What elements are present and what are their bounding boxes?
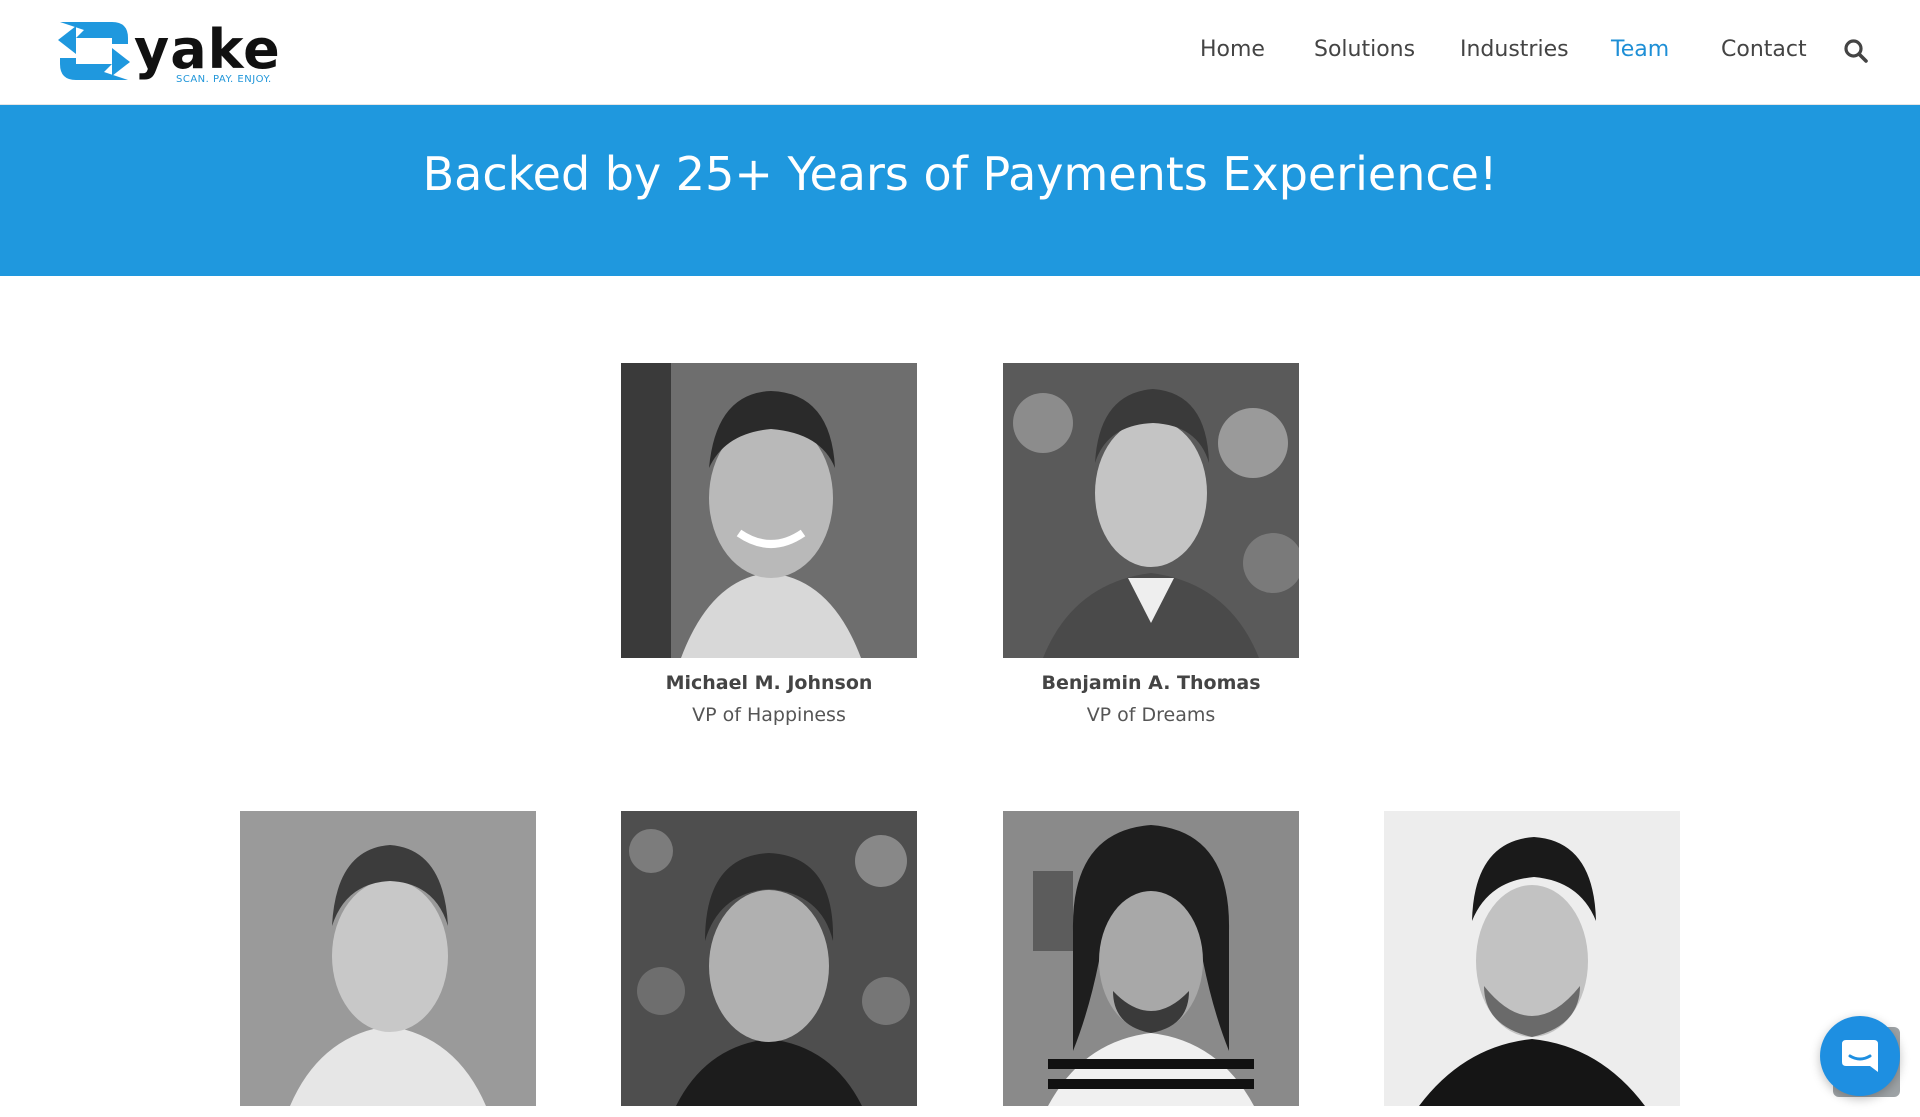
team-member-name: Michael M. Johnson [665, 672, 873, 694]
logo-tagline: SCAN. PAY. ENJOY. [176, 74, 272, 85]
nav-item-team[interactable]: Team [1611, 37, 1669, 62]
team-member-photo [1003, 363, 1299, 658]
chat-launcher-button[interactable] [1820, 1016, 1900, 1096]
main-nav: Home Solutions Industries Team Contact [1120, 0, 1920, 105]
team-member-photo [1384, 811, 1680, 1106]
team-member-role: VP of Happiness [692, 704, 846, 726]
site-header: yake SCAN. PAY. ENJOY. Home Solutions In… [0, 0, 1920, 105]
nav-item-contact[interactable]: Contact [1721, 37, 1807, 62]
team-member-photo [621, 811, 917, 1106]
nav-item-industries[interactable]: Industries [1460, 37, 1569, 62]
team-member-photo [240, 811, 536, 1106]
hero-banner: Backed by 25+ Years of Payments Experien… [0, 105, 1920, 276]
search-icon[interactable] [1843, 38, 1869, 64]
team-member-name: Benjamin A. Thomas [1041, 672, 1261, 694]
team-member-photo [1003, 811, 1299, 1106]
brand-logo[interactable]: yake SCAN. PAY. ENJOY. [54, 18, 284, 88]
chat-bubble-icon [1842, 1040, 1878, 1072]
logo-wordmark: yake [134, 18, 281, 81]
team-member-role: VP of Dreams [1086, 704, 1216, 726]
logo-arrows-icon [58, 22, 130, 80]
nav-item-solutions[interactable]: Solutions [1314, 37, 1415, 62]
page-title: Backed by 25+ Years of Payments Experien… [422, 147, 1498, 201]
nav-item-home[interactable]: Home [1200, 37, 1265, 62]
team-member-photo [621, 363, 917, 658]
